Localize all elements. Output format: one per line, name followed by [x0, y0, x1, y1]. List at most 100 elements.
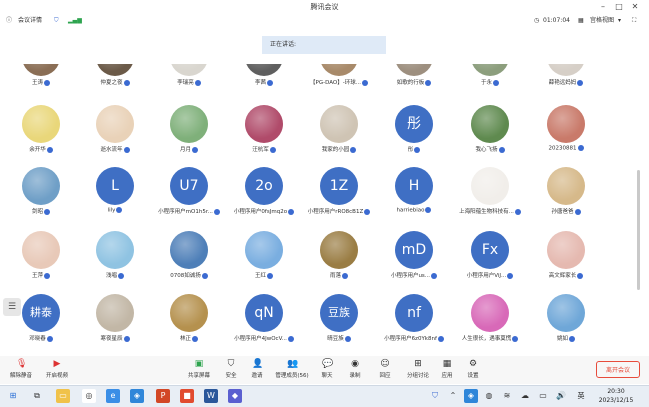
participant-tile[interactable]: 王涛 — [3, 38, 79, 96]
taskbar-clock[interactable]: 20:30 2023/12/15 — [594, 387, 638, 405]
app-icon-2[interactable]: ◆ — [228, 389, 242, 403]
settings-button[interactable]: ⚙ 设置 — [462, 356, 484, 384]
participant-name: 小程序用户6z0Yk8nf — [384, 336, 437, 342]
participant-tile[interactable]: 如歌的行板 — [376, 38, 452, 96]
participant-tile[interactable]: 李茜 — [226, 38, 302, 96]
file-explorer-icon[interactable]: ▭ — [56, 389, 70, 403]
participant-tile[interactable]: mD 小程序用户us... — [376, 231, 452, 289]
participant-avatar: 耕泰 — [22, 294, 60, 332]
app-icon[interactable]: ■ — [180, 389, 194, 403]
participant-tile[interactable]: Fx 小程序用户ViJ... — [452, 231, 528, 289]
participant-tile[interactable]: 上海阳蕴生物科技有... — [452, 167, 528, 225]
unmute-button[interactable]: 🎙 解除静音 — [6, 356, 36, 384]
video-button[interactable]: ▶ 开启视频 — [42, 356, 72, 384]
participant-tile[interactable]: 逝水流年 — [77, 105, 153, 163]
participant-tile[interactable]: 豆族 晴豆族 — [301, 294, 377, 352]
participant-name-row: 月月 — [151, 145, 227, 153]
security-button[interactable]: ⛉ 安全 — [220, 356, 242, 384]
participant-name: 逝水流年 — [100, 147, 123, 153]
tray-wifi-icon[interactable]: ≋ — [500, 389, 514, 403]
mic-muted-icon — [425, 79, 432, 86]
grid-scrollbar[interactable] — [637, 170, 640, 290]
participant-name-row: 寒夜星辰 — [77, 334, 153, 342]
participant-tile[interactable]: Llily — [77, 167, 153, 225]
participant-tile[interactable]: 王红 — [226, 231, 302, 289]
participant-tile[interactable]: 仲夏之夜 — [77, 38, 153, 96]
participant-name: 浅唱 — [105, 273, 117, 279]
participant-tile[interactable]: 寒夜星辰 — [77, 294, 153, 352]
participant-tile[interactable]: 0708如诚扬 — [151, 231, 227, 289]
participant-tile[interactable]: 我心飞扬 — [452, 105, 528, 163]
participant-tile[interactable]: 孙唐爸爸 — [528, 167, 604, 225]
participant-tile[interactable]: 浅唱 — [77, 231, 153, 289]
participant-name: 人生很长，遇事莫慌 — [461, 336, 512, 342]
participant-avatar — [170, 105, 208, 143]
tray-app-icon[interactable]: ◈ — [464, 389, 478, 403]
word-icon[interactable]: W — [204, 389, 218, 403]
participant-tile[interactable]: 于永 — [452, 38, 528, 96]
participant-avatar: 彤 — [395, 105, 433, 143]
participant-tile[interactable]: 彤彤 — [376, 105, 452, 163]
participant-tile[interactable]: 我家的小园 — [301, 105, 377, 163]
participant-avatar — [471, 105, 509, 143]
chrome-icon[interactable]: ◎ — [82, 389, 96, 403]
leave-meeting-button[interactable]: 离开会议 — [596, 361, 640, 378]
powerpoint-icon[interactable]: P — [156, 389, 170, 403]
tray-network-icon[interactable]: ◍ — [482, 389, 496, 403]
participant-tile[interactable]: 月月 — [151, 105, 227, 163]
participant-tile[interactable]: U7 小程序用户mO1h5r... — [151, 167, 227, 225]
participant-name: 上海阳蕴生物科技有... — [459, 209, 514, 215]
tray-shield-icon[interactable]: ⛉ — [428, 389, 442, 403]
participant-tile[interactable]: 姚如 — [528, 294, 604, 352]
share-screen-button[interactable]: ▣ 共享屏幕 — [184, 356, 214, 384]
participant-tile[interactable]: 薛艳远妈妈 — [528, 38, 604, 96]
participant-avatar — [320, 64, 358, 76]
participant-tile[interactable]: 王萍 — [3, 231, 79, 289]
input-language-indicator[interactable]: 英 — [574, 389, 588, 403]
participant-avatar: 豆族 — [320, 294, 358, 332]
tencent-meeting-icon[interactable]: ◈ — [130, 389, 144, 403]
participant-name-row: 上海阳蕴生物科技有... — [452, 207, 528, 215]
participant-tile[interactable]: 2o 小程序用户0fsJmq2o — [226, 167, 302, 225]
chat-button[interactable]: 💬 聊天 — [316, 356, 338, 384]
participant-tile[interactable]: 余开华 — [3, 105, 79, 163]
breakout-button[interactable]: ⊞ 分组讨论 — [404, 356, 432, 384]
participant-tile[interactable]: qN 小程序用户4JwOcV... — [226, 294, 302, 352]
participant-tile[interactable]: 1Z 小程序用户rRO8cB1Z — [301, 167, 377, 225]
participant-name-row: 我心飞扬 — [452, 145, 528, 153]
mic-muted-icon — [512, 335, 519, 342]
participant-tile[interactable]: 林正 — [151, 294, 227, 352]
tray-cloud-icon[interactable]: ☁ — [518, 389, 532, 403]
participant-name-row: lily — [77, 207, 153, 214]
apps-button[interactable]: ▦ 应用 — [436, 356, 458, 384]
participant-avatar — [547, 294, 585, 332]
participant-tile[interactable]: 高文辉家长 — [528, 231, 604, 289]
participant-avatar — [96, 64, 134, 76]
tray-display-icon[interactable]: ▭ — [536, 389, 550, 403]
participant-tile[interactable]: 汪杭军 — [226, 105, 302, 163]
reactions-button[interactable]: ☺ 回应 — [374, 356, 396, 384]
video-off-icon: ▶ — [53, 359, 61, 369]
participant-tile[interactable]: 李瑞亮 — [151, 38, 227, 96]
record-icon: ◉ — [351, 359, 359, 369]
tray-volume-icon[interactable]: 🔊 — [554, 389, 568, 403]
edge-icon[interactable]: e — [106, 389, 120, 403]
task-view-icon[interactable]: ⧉ — [30, 389, 44, 403]
participant-name-row: harriebiao — [376, 207, 452, 214]
windows-start-icon[interactable]: ⊞ — [6, 389, 20, 403]
record-button[interactable]: ◉ 录制 — [344, 356, 366, 384]
manage-members-button[interactable]: 👥 管理成员(56) — [272, 356, 312, 384]
list-toggle-icon[interactable]: ☰ — [3, 298, 21, 316]
participant-tile[interactable]: Hharriebiao — [376, 167, 452, 225]
participant-tile[interactable]: 雨落 — [301, 231, 377, 289]
participant-avatar — [22, 64, 60, 76]
participant-tile[interactable]: 20230881 — [528, 105, 604, 163]
participant-tile[interactable]: 剑昭 — [3, 167, 79, 225]
tray-chevron-icon[interactable]: ⌃ — [446, 389, 460, 403]
invite-button[interactable]: 👤 邀请 — [246, 356, 268, 384]
participant-tile[interactable]: nf 小程序用户6z0Yk8nf — [376, 294, 452, 352]
participant-name-row: 汪杭军 — [226, 145, 302, 153]
participant-tile[interactable]: 【PG-DAO】-环球... — [301, 38, 377, 96]
participant-tile[interactable]: 人生很长，遇事莫慌 — [452, 294, 528, 352]
participant-name-row: 人生很长，遇事莫慌 — [452, 334, 528, 342]
